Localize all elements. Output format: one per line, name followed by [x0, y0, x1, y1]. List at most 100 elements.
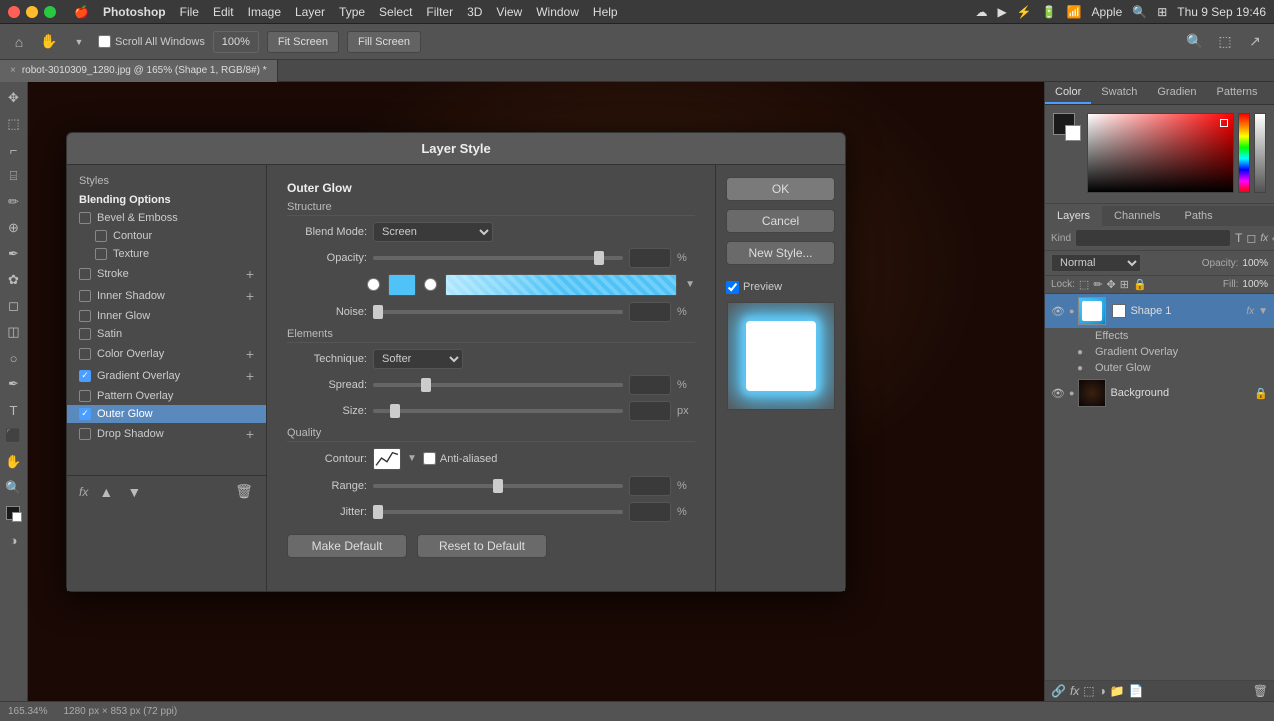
home-icon[interactable]: ⌂: [8, 31, 30, 53]
color-radio[interactable]: [367, 278, 380, 291]
blend-mode-select[interactable]: Screen Normal Multiply: [373, 222, 493, 242]
effects-expand-icon[interactable]: ▼: [1258, 306, 1268, 317]
new-layer-button[interactable]: 📄: [1129, 684, 1144, 698]
zoom-display[interactable]: 100%: [213, 31, 259, 53]
opacity-slider[interactable]: [373, 256, 623, 260]
gradient-overlay-check[interactable]: ✓: [79, 370, 91, 382]
crop-tool[interactable]: ⌸: [2, 164, 26, 188]
stroke-plus[interactable]: +: [246, 266, 254, 282]
text-tool[interactable]: T: [2, 398, 26, 422]
outer-glow-check[interactable]: ✓: [79, 408, 91, 420]
outer-glow-visibility[interactable]: ●: [1077, 363, 1091, 374]
add-mask-button[interactable]: ⬚: [1083, 684, 1094, 698]
paths-tab[interactable]: Paths: [1173, 206, 1225, 226]
link-layers-button[interactable]: 🔗: [1051, 684, 1066, 698]
color-field[interactable]: [1087, 113, 1234, 193]
minimize-button[interactable]: [26, 6, 38, 18]
gradient-options-arrow[interactable]: ▼: [685, 279, 695, 290]
layer-blend-select[interactable]: Normal Multiply Screen: [1051, 254, 1141, 272]
inner-shadow-item[interactable]: Inner Shadow +: [67, 285, 266, 307]
jitter-input[interactable]: 0: [629, 502, 671, 522]
blending-options-item[interactable]: Blending Options: [67, 191, 266, 209]
ok-button[interactable]: OK: [726, 177, 835, 201]
gradient-overlay-visibility[interactable]: ●: [1077, 347, 1091, 358]
background-visibility-toggle[interactable]: 👁: [1051, 387, 1065, 400]
stroke-check[interactable]: [79, 268, 91, 280]
quick-mask-tool[interactable]: ◑: [2, 528, 26, 552]
glow-gradient-box[interactable]: [445, 274, 677, 296]
shape1-visibility-toggle[interactable]: 👁: [1051, 305, 1065, 318]
gradient-overlay-plus[interactable]: +: [246, 368, 254, 384]
scroll-checkbox[interactable]: [98, 35, 111, 48]
contour-item[interactable]: Contour: [67, 227, 266, 245]
lock-pixels-button[interactable]: ✏: [1093, 278, 1102, 291]
layer-type-icon-fx[interactable]: fx: [1260, 230, 1268, 246]
down-arrow-button[interactable]: ▼: [124, 482, 144, 502]
noise-input[interactable]: 0: [629, 302, 671, 322]
bevel-emboss-check[interactable]: [79, 212, 91, 224]
cancel-button[interactable]: Cancel: [726, 209, 835, 233]
menu-file[interactable]: File: [180, 5, 199, 19]
make-default-button[interactable]: Make Default: [287, 534, 407, 558]
technique-select[interactable]: Softer Precise: [373, 349, 463, 369]
move-tool[interactable]: ✥: [2, 86, 26, 110]
size-slider[interactable]: [373, 409, 623, 413]
hand-tool-icon[interactable]: ✋: [38, 31, 60, 53]
document-tab[interactable]: × robot-3010309_1280.jpg @ 165% (Shape 1…: [0, 60, 278, 82]
menu-window[interactable]: Window: [536, 5, 579, 19]
layer-type-icon-shape[interactable]: ◻: [1246, 230, 1256, 246]
layer-type-icon-T[interactable]: T: [1235, 230, 1242, 246]
alpha-slider-vertical[interactable]: [1254, 113, 1266, 193]
contour-dropdown[interactable]: ▼: [407, 453, 417, 464]
hand-tool[interactable]: ✋: [2, 450, 26, 474]
lock-artboard-button[interactable]: ⊞: [1120, 278, 1129, 291]
background-swatch[interactable]: [1065, 125, 1081, 141]
menu-help[interactable]: Help: [593, 5, 618, 19]
eraser-tool[interactable]: ◻: [2, 294, 26, 318]
layers-tab[interactable]: Layers: [1045, 206, 1102, 226]
search-toolbar-icon[interactable]: 🔍: [1184, 31, 1206, 53]
menu-select[interactable]: Select: [379, 5, 412, 19]
pattern-overlay-check[interactable]: [79, 390, 91, 402]
texture-item[interactable]: Texture: [67, 245, 266, 263]
lock-transparent-button[interactable]: ⬚: [1079, 278, 1089, 291]
preview-checkbox[interactable]: [726, 281, 739, 294]
hue-slider-vertical[interactable]: [1238, 113, 1250, 193]
layer-shape1[interactable]: 👁 ● Shape 1 fx ▼: [1045, 294, 1274, 328]
apple-text[interactable]: Apple: [1092, 5, 1123, 19]
gradient-radio[interactable]: [424, 278, 437, 291]
pattern-overlay-item[interactable]: Pattern Overlay: [67, 387, 266, 405]
gradient-tab[interactable]: Gradien: [1147, 82, 1206, 104]
control-icon[interactable]: ⊞: [1157, 5, 1167, 19]
swatch-tab[interactable]: Swatch: [1091, 82, 1147, 104]
satin-check[interactable]: [79, 328, 91, 340]
scroll-all-windows-toggle[interactable]: Scroll All Windows: [98, 35, 205, 48]
close-button[interactable]: [8, 6, 20, 18]
maximize-button[interactable]: [44, 6, 56, 18]
lasso-tool[interactable]: ⌐: [2, 138, 26, 162]
hand-options-icon[interactable]: ▼: [68, 31, 90, 53]
adjustment-layer-button[interactable]: ◑: [1099, 684, 1106, 698]
dodge-tool[interactable]: ○: [2, 346, 26, 370]
share-icon[interactable]: ↗: [1244, 31, 1266, 53]
outer-glow-item[interactable]: ✓ Outer Glow: [67, 405, 266, 423]
layer-background[interactable]: 👁 ● Background 🔒: [1045, 376, 1274, 410]
opacity-value-layers[interactable]: 100%: [1242, 258, 1268, 269]
color-overlay-item[interactable]: Color Overlay +: [67, 343, 266, 365]
gradient-overlay-effect-item[interactable]: ● Gradient Overlay: [1045, 344, 1274, 360]
fit-screen-button[interactable]: Fit Screen: [267, 31, 339, 53]
eyedropper-tool[interactable]: ✏: [2, 190, 26, 214]
satin-item[interactable]: Satin: [67, 325, 266, 343]
up-arrow-button[interactable]: ▲: [96, 482, 116, 502]
drop-shadow-item[interactable]: Drop Shadow +: [67, 423, 266, 445]
apple-menu[interactable]: 🍎: [74, 5, 89, 19]
menu-filter[interactable]: Filter: [426, 5, 453, 19]
menu-edit[interactable]: Edit: [213, 5, 234, 19]
opacity-input[interactable]: 92: [629, 248, 671, 268]
menu-3d[interactable]: 3D: [467, 5, 482, 19]
inner-shadow-plus[interactable]: +: [246, 288, 254, 304]
menu-image[interactable]: Image: [248, 5, 281, 19]
contour-picker[interactable]: [373, 448, 401, 470]
range-slider[interactable]: [373, 484, 623, 488]
spread-input[interactable]: 20: [629, 375, 671, 395]
